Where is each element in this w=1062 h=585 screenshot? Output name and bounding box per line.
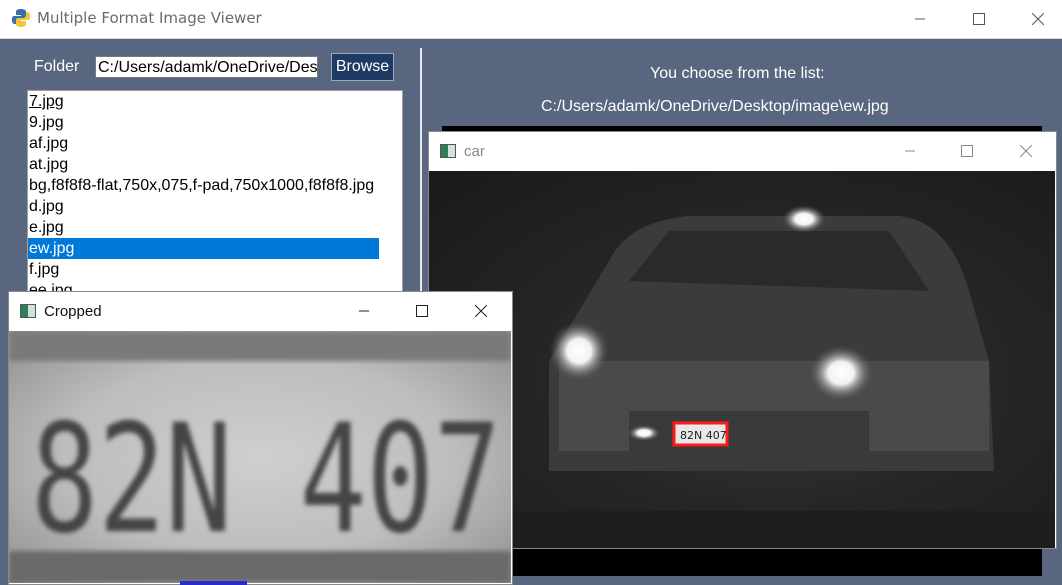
maximize-icon xyxy=(416,305,428,317)
car-maximize-button[interactable] xyxy=(938,132,996,170)
list-item[interactable]: 9.jpg xyxy=(28,112,379,133)
list-item[interactable]: 7.jpg xyxy=(28,91,379,112)
hidden-button-edge xyxy=(180,581,247,585)
cropped-window: Cropped 82N 407 xyxy=(8,291,513,585)
car-minimize-button[interactable] xyxy=(881,132,939,170)
minimize-icon xyxy=(905,150,915,152)
cropped-close-button[interactable] xyxy=(452,292,510,330)
list-item[interactable]: bg,f8f8f8-flat,750x,075,f-pad,750x1000,f… xyxy=(28,175,379,196)
close-icon xyxy=(1032,13,1044,25)
list-item-selected[interactable]: ew.jpg xyxy=(28,238,379,259)
list-item[interactable]: at.jpg xyxy=(28,154,379,175)
python-logo-icon xyxy=(12,9,30,27)
minimize-icon xyxy=(915,18,925,20)
selected-path: C:/Users/adamk/OneDrive/Desktop/image\ew… xyxy=(541,98,889,115)
list-item[interactable]: f.jpg xyxy=(28,259,379,280)
list-item[interactable]: d.jpg xyxy=(28,196,379,217)
folder-label: Folder xyxy=(34,58,80,75)
file-listbox[interactable]: 7.jpg 9.jpg af.jpg at.jpg bg,f8f8f8-flat… xyxy=(27,90,403,302)
close-icon xyxy=(1020,145,1032,157)
list-item[interactable]: af.jpg xyxy=(28,133,379,154)
list-item[interactable]: e.jpg xyxy=(28,217,379,238)
minimize-button[interactable] xyxy=(897,0,943,38)
minimize-icon xyxy=(359,310,369,312)
car-image: 82N 407 xyxy=(429,171,1055,548)
close-icon xyxy=(475,305,487,317)
car-close-button[interactable] xyxy=(997,132,1055,170)
cropped-image: 82N 407 xyxy=(9,331,511,583)
maximize-icon xyxy=(961,145,973,157)
folder-path-field[interactable]: C:/Users/adamk/OneDrive/Des xyxy=(95,56,318,78)
plate-closeup: 82N 407 xyxy=(9,331,511,583)
close-button[interactable] xyxy=(1015,0,1061,38)
car-plate-text: 82N 407 xyxy=(680,429,727,442)
cropped-window-title: Cropped xyxy=(44,302,102,320)
car-photo: 82N 407 xyxy=(429,205,1055,548)
selection-heading: You choose from the list: xyxy=(650,65,825,82)
cropped-minimize-button[interactable] xyxy=(335,292,393,330)
maximize-icon xyxy=(973,13,985,25)
maximize-button[interactable] xyxy=(956,0,1002,38)
image-window-icon xyxy=(440,144,456,158)
browse-button[interactable]: Browse xyxy=(331,53,394,81)
car-window: car 82N 407 xyxy=(428,131,1057,549)
car-window-title: car xyxy=(464,142,485,160)
cropped-maximize-button[interactable] xyxy=(393,292,451,330)
app-title: Multiple Format Image Viewer xyxy=(37,9,262,27)
app-titlebar: Multiple Format Image Viewer xyxy=(0,0,1062,39)
cropped-plate-text: 82N 407 xyxy=(31,393,501,567)
image-window-icon xyxy=(20,304,36,318)
